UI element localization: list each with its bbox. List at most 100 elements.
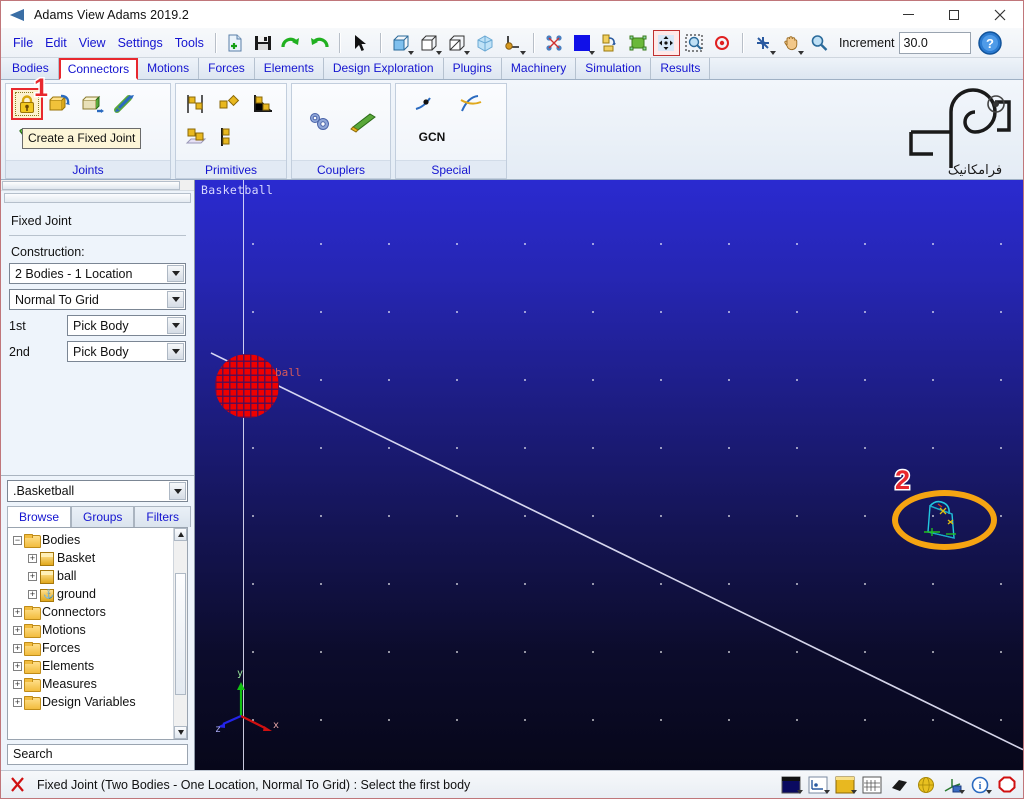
tab-simulation[interactable]: Simulation	[576, 58, 652, 79]
chevron-down-icon[interactable]	[169, 482, 186, 500]
model-selector[interactable]: .Basketball	[7, 480, 188, 502]
maximize-button[interactable]	[931, 1, 977, 28]
tab-motions[interactable]: Motions	[138, 58, 200, 79]
expander-icon[interactable]: +	[28, 589, 37, 599]
cylindrical-joint-icon[interactable]	[110, 88, 142, 120]
chevron-down-icon[interactable]	[167, 317, 184, 334]
first-body-select[interactable]: Pick Body	[67, 315, 186, 336]
tree-node-connectors[interactable]: + Connectors	[11, 603, 173, 621]
gear-coupler-icon[interactable]	[303, 106, 335, 138]
expander-icon[interactable]: +	[13, 643, 22, 653]
information-icon[interactable]: i	[968, 774, 992, 796]
orientation-primitive-icon[interactable]	[247, 88, 279, 120]
view-iso-icon[interactable]	[416, 30, 443, 56]
fit-view-icon[interactable]	[652, 29, 680, 56]
fixed-joint-icon[interactable]	[11, 88, 43, 120]
point-curve-constraint-icon[interactable]	[411, 88, 443, 120]
background-color-icon[interactable]	[569, 30, 596, 56]
render-green-icon[interactable]	[625, 30, 652, 56]
tab-plugins[interactable]: Plugins	[444, 58, 502, 79]
tab-machinery[interactable]: Machinery	[502, 58, 577, 79]
render-solid-icon[interactable]	[472, 30, 499, 56]
expander-icon[interactable]: +	[13, 625, 22, 635]
tree-node-bodies[interactable]: − Bodies	[11, 531, 173, 549]
stop-icon[interactable]	[995, 774, 1019, 796]
tree-scrollbar-thumb[interactable]	[175, 572, 186, 695]
select-arrow-icon[interactable]	[347, 30, 374, 56]
undo-icon[interactable]	[306, 30, 333, 56]
expander-icon[interactable]: +	[13, 697, 22, 707]
search-input[interactable]: Search	[7, 744, 188, 765]
general-constraint-gcn-icon[interactable]: GCN	[409, 121, 455, 153]
second-body-select[interactable]: Pick Body	[67, 341, 186, 362]
revolute-joint-icon[interactable]	[44, 88, 76, 120]
tree-node-ball[interactable]: + ball	[11, 567, 173, 585]
rotate-view-icon[interactable]	[750, 30, 777, 56]
model-viewport[interactable]: Basketball ball 2 y x z	[195, 180, 1023, 770]
tab-forces[interactable]: Forces	[199, 58, 255, 79]
ball-body[interactable]	[215, 354, 279, 418]
panel-horizontal-scrollbar[interactable]	[1, 180, 194, 191]
minimize-button[interactable]	[885, 1, 931, 28]
menu-settings[interactable]: Settings	[112, 33, 169, 53]
save-icon[interactable]	[250, 30, 277, 56]
tab-groups[interactable]: Groups	[71, 506, 135, 527]
tab-bodies[interactable]: Bodies	[3, 58, 59, 79]
expander-icon[interactable]: +	[13, 607, 22, 617]
tab-results[interactable]: Results	[651, 58, 711, 79]
tab-design-exploration[interactable]: Design Exploration	[324, 58, 444, 79]
scroll-up-icon[interactable]	[174, 528, 187, 541]
close-button[interactable]	[977, 1, 1023, 28]
tab-elements[interactable]: Elements	[255, 58, 324, 79]
depth-icon[interactable]	[597, 30, 624, 56]
coordinate-display-icon[interactable]	[941, 774, 965, 796]
tree-node-ground[interactable]: + ⚓ ground	[11, 585, 173, 603]
redo-icon[interactable]	[278, 30, 305, 56]
center-view-icon[interactable]	[709, 30, 736, 56]
orientation-select[interactable]: Normal To Grid	[9, 289, 186, 310]
menu-tools[interactable]: Tools	[169, 33, 210, 53]
scroll-down-icon[interactable]	[174, 726, 187, 739]
increment-input[interactable]: 30.0	[898, 31, 971, 54]
expander-icon[interactable]: −	[13, 535, 22, 545]
tab-filters[interactable]: Filters	[134, 506, 192, 527]
expander-icon[interactable]: +	[28, 553, 37, 563]
coupler-icon[interactable]	[347, 106, 379, 138]
tab-browse[interactable]: Browse	[7, 506, 72, 527]
new-file-icon[interactable]	[222, 30, 249, 56]
inline-primitive-icon[interactable]	[181, 88, 213, 120]
axis-marker-icon[interactable]	[500, 30, 527, 56]
parallel-axes-primitive-icon[interactable]	[181, 121, 213, 153]
plot-tracking-icon[interactable]	[806, 774, 830, 796]
inplane-primitive-icon[interactable]	[214, 88, 246, 120]
basket-body-wireframe[interactable]	[918, 498, 972, 546]
construction-type-select[interactable]: 2 Bodies - 1 Location	[9, 263, 186, 284]
zoom-box-icon[interactable]	[681, 30, 708, 56]
tree-node-measures[interactable]: + Measures	[11, 675, 173, 693]
chevron-down-icon[interactable]	[167, 343, 184, 360]
panel-scrollbar-thumb[interactable]	[2, 181, 180, 190]
working-grid-icon[interactable]	[860, 774, 884, 796]
menu-edit[interactable]: Edit	[39, 33, 73, 53]
chevron-down-icon[interactable]	[167, 265, 184, 282]
view-shaded-icon[interactable]	[444, 30, 471, 56]
zoom-magnifier-icon[interactable]	[806, 30, 833, 56]
tab-connectors[interactable]: Connectors	[58, 58, 139, 80]
perpendicular-primitive-icon[interactable]	[214, 121, 246, 153]
icon-visibility-icon[interactable]	[541, 30, 568, 56]
menu-view[interactable]: View	[73, 33, 112, 53]
tree-vertical-scrollbar[interactable]	[173, 528, 187, 739]
expander-icon[interactable]: +	[28, 571, 37, 581]
translational-joint-icon[interactable]	[77, 88, 109, 120]
tree-node-forces[interactable]: + Forces	[11, 639, 173, 657]
tree-node-basket[interactable]: + Basket	[11, 549, 173, 567]
menu-file[interactable]: File	[7, 33, 39, 53]
view-front-icon[interactable]	[388, 30, 415, 56]
pan-hand-icon[interactable]	[778, 30, 805, 56]
curve-curve-constraint-icon[interactable]	[456, 88, 488, 120]
grid-settings-icon[interactable]	[833, 774, 857, 796]
chevron-down-icon[interactable]	[167, 291, 184, 308]
view-background-icon[interactable]	[779, 774, 803, 796]
render-sphere-icon[interactable]	[914, 774, 938, 796]
model-tree[interactable]: − Bodies + Basket + ball + ⚓ ground + Co…	[7, 527, 188, 740]
